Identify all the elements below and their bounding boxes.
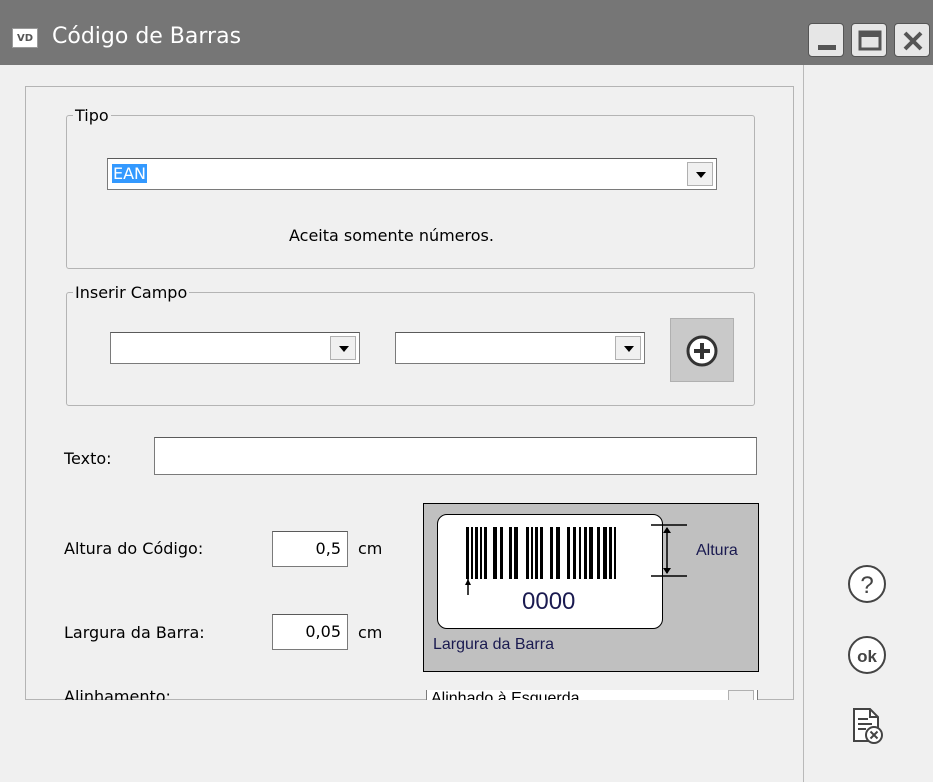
title-bar: VD Código de Barras [0,0,933,65]
ok-icon[interactable]: ok [846,634,888,676]
close-icon [903,31,923,51]
svg-text:?: ? [860,572,873,599]
document-cancel-icon[interactable] [846,705,888,747]
width-label: Largura da Barra [433,636,554,653]
alinhamento-row-clip: Alinhamento: Alinhado à Esquerda [26,690,793,700]
barcode-preview: 0000 Altura Largura da Barra [423,503,759,672]
window-title: Código de Barras [52,24,242,49]
largura-unit: cm [358,623,383,642]
tipo-select[interactable]: EAN [107,158,717,190]
inserir-campo-legend: Inserir Campo [73,283,190,302]
tipo-legend: Tipo [73,106,111,125]
largura-input[interactable]: 0,05 [272,614,348,650]
close-button[interactable] [894,23,930,57]
chevron-down-icon[interactable] [615,336,641,360]
chevron-down-icon[interactable] [728,690,754,700]
barcode-digits: 0000 [522,588,576,615]
chevron-down-icon[interactable] [330,336,356,360]
campo-select-2[interactable] [395,332,645,364]
texto-label: Texto: [64,449,112,468]
maximize-button[interactable] [851,23,887,57]
tipo-hint: Aceita somente números. [289,226,494,245]
help-icon[interactable]: ? [846,563,888,605]
texto-input[interactable] [154,437,757,475]
plus-circle-icon [686,335,718,367]
campo-select-1[interactable] [110,332,360,364]
side-panel: ? ok [803,65,933,782]
add-field-button[interactable] [670,318,734,382]
alinhamento-selected-value: Alinhado à Esquerda [431,690,580,701]
app-icon: VD [12,28,38,48]
altura-unit: cm [358,539,383,558]
maximize-icon [858,30,882,51]
barcode-card: 0000 [437,514,663,629]
height-label: Altura [696,542,738,559]
svg-text:ok: ok [857,647,877,666]
altura-input[interactable]: 0,5 [272,531,348,567]
height-dimension-arrow [651,524,687,577]
alinhamento-label: Alinhamento: [64,690,171,700]
tipo-group: Tipo [66,106,755,269]
chevron-down-icon[interactable] [687,162,713,186]
tipo-selected-value: EAN [112,164,148,183]
largura-label: Largura da Barra: [64,623,205,642]
minimize-icon [818,45,836,50]
minimize-button[interactable] [808,23,844,57]
alinhamento-select[interactable]: Alinhado à Esquerda [426,690,758,700]
altura-label: Altura do Código: [64,539,204,558]
